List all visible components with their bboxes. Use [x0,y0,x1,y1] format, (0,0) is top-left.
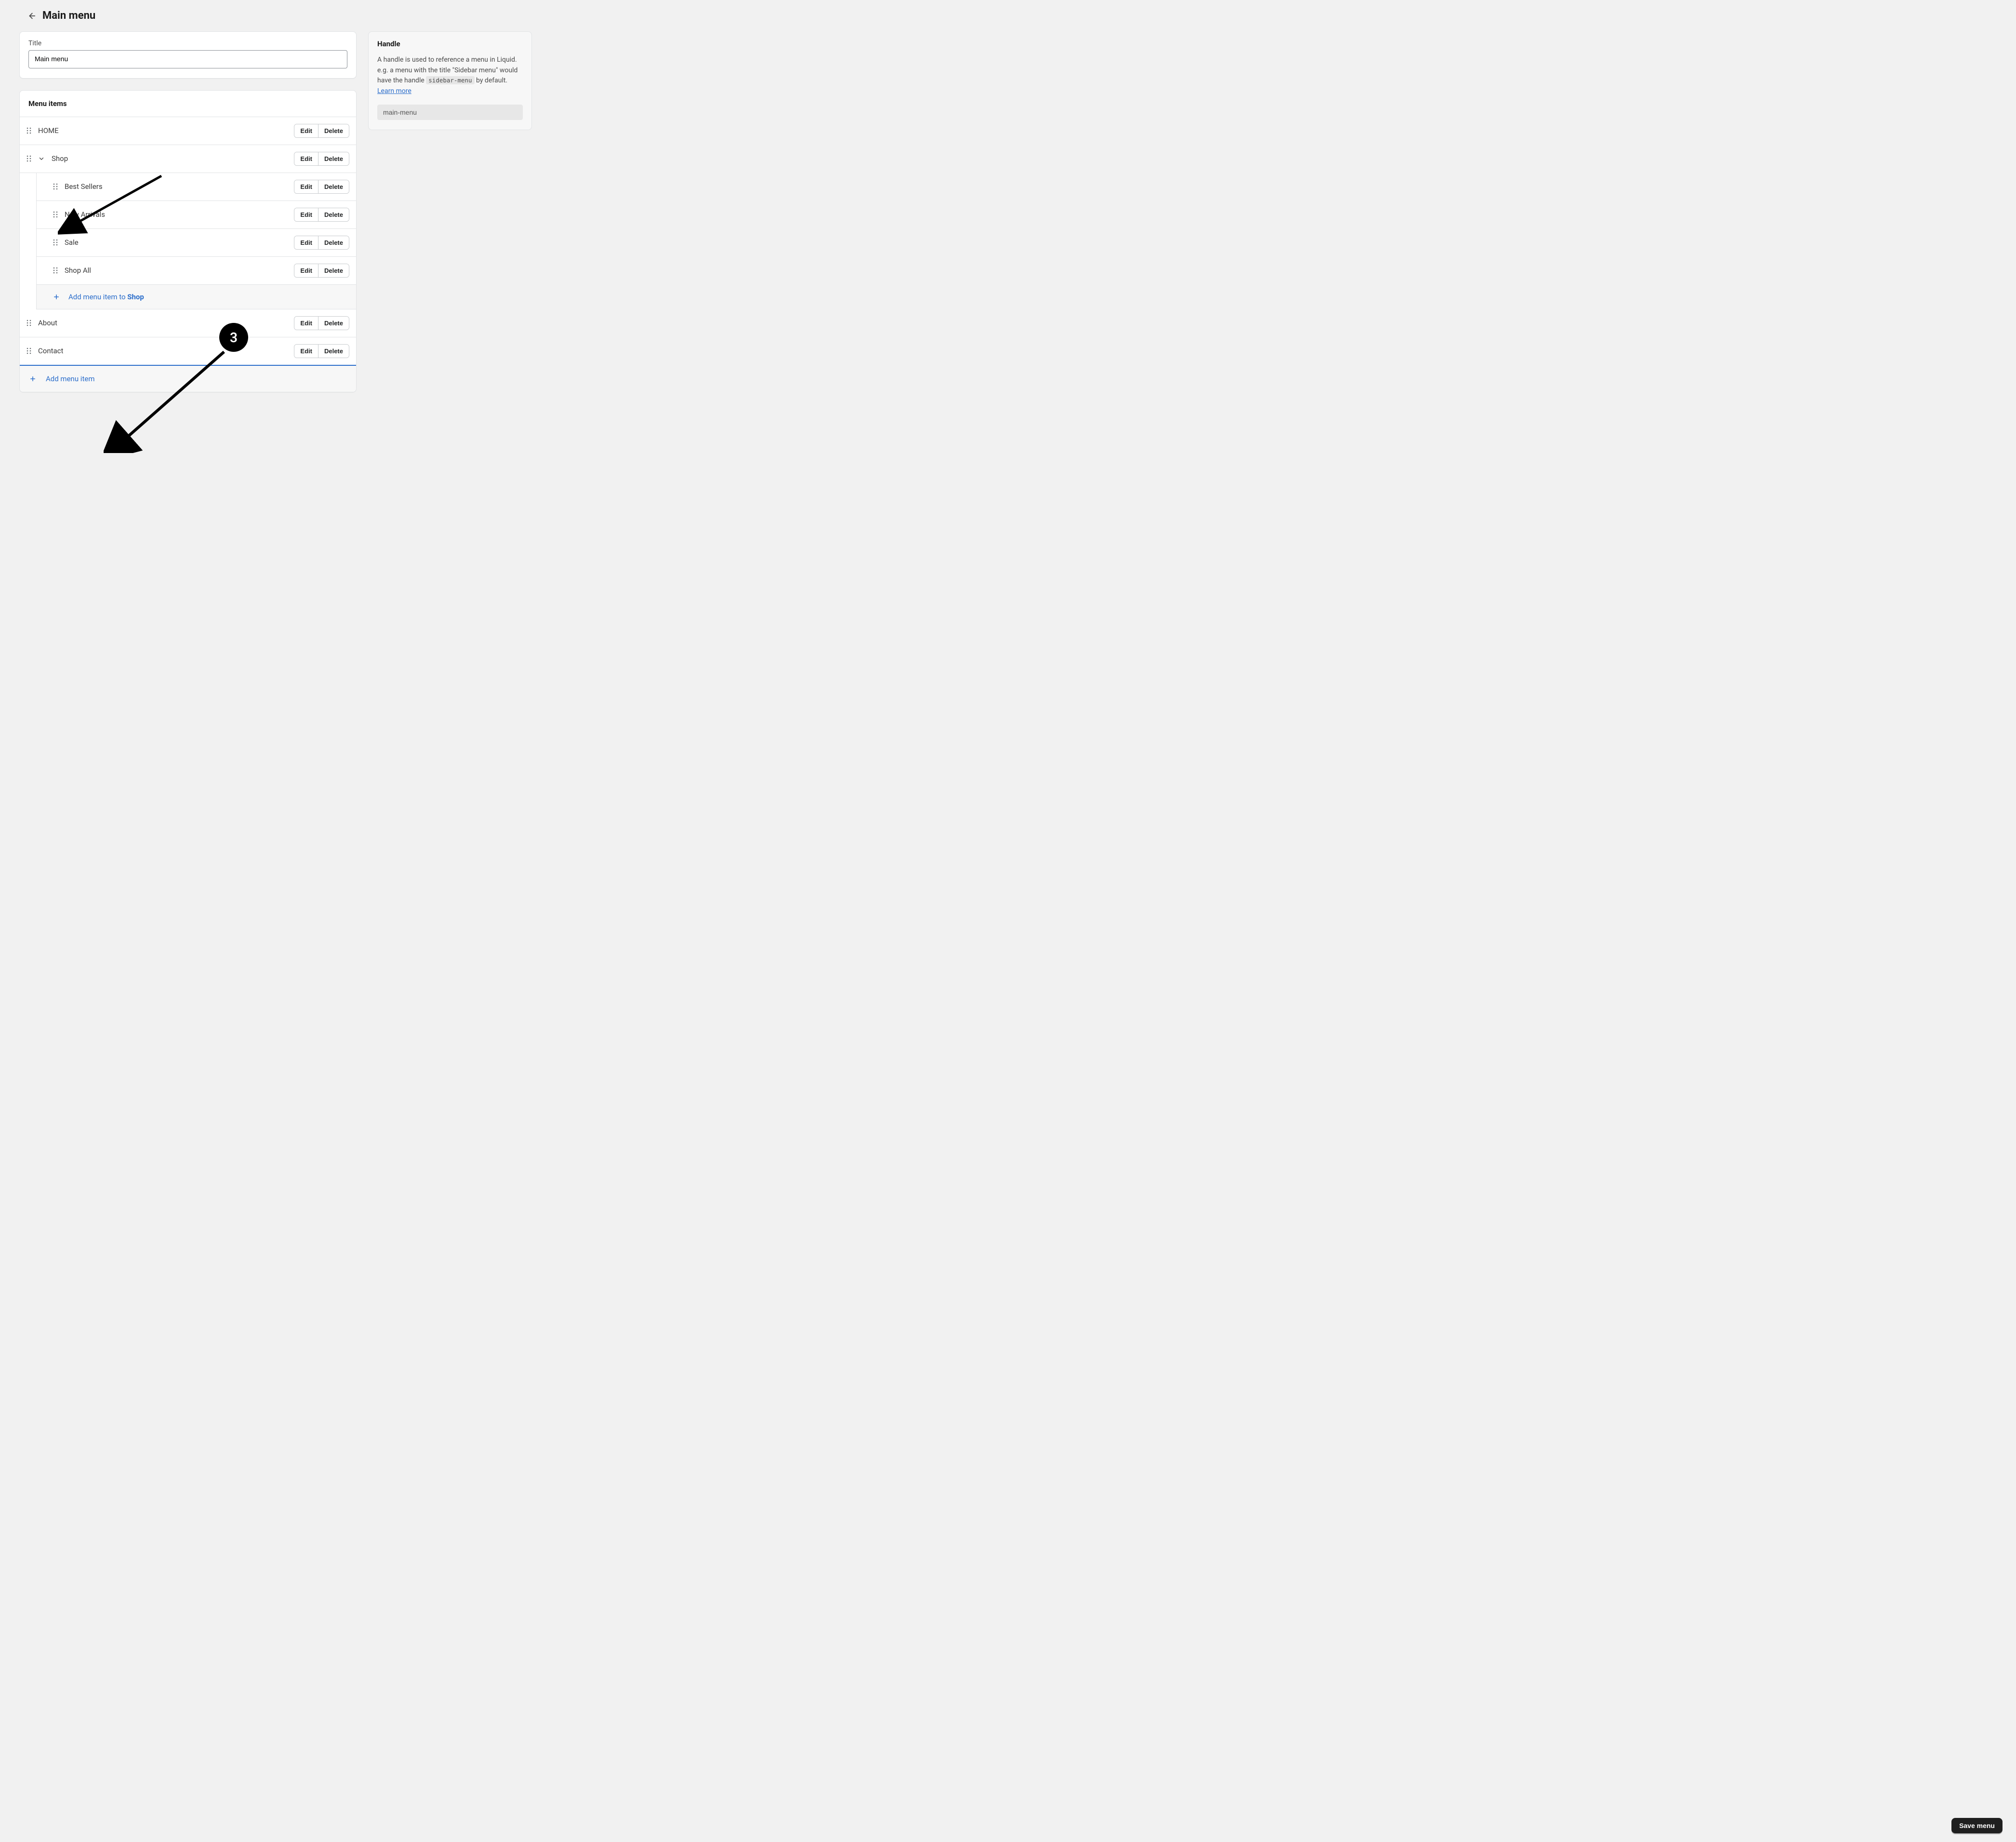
menu-item-sale: Sale Edit Delete [37,229,356,257]
menu-item-new-arrivals: New Arrivals Edit Delete [37,201,356,229]
menu-item-label: Sale [65,238,79,247]
edit-button[interactable]: Edit [294,124,318,137]
title-card: Title [19,31,357,79]
delete-button[interactable]: Delete [318,208,349,221]
chevron-down-icon[interactable] [38,155,45,162]
menu-item-label: Contact [38,347,63,355]
edit-button[interactable]: Edit [294,345,318,358]
drag-handle-icon[interactable] [53,211,58,218]
handle-description: A handle is used to reference a menu in … [377,55,523,97]
menu-item-label: Best Sellers [65,182,103,191]
drag-handle-icon[interactable] [53,239,58,246]
page-title: Main menu [42,10,95,22]
menu-item-best-sellers: Best Sellers Edit Delete [37,173,356,201]
menu-item-shop: Shop Edit Delete [20,145,356,173]
menu-item-home: HOME Edit Delete [20,117,356,145]
delete-button[interactable]: Delete [318,345,349,358]
menu-item-shop-all: Shop All Edit Delete [37,257,356,285]
add-submenu-item-label: Add menu item to Shop [68,293,144,301]
edit-button[interactable]: Edit [294,208,318,221]
back-arrow-icon[interactable] [27,12,36,20]
learn-more-link[interactable]: Learn more [377,87,411,95]
menu-item-label: Shop [52,154,68,163]
menu-item-label: New Arrivals [65,210,105,219]
add-menu-item-label: Add menu item [46,374,94,383]
menu-items-card: Menu items HOME Edit Delete [19,90,357,392]
menu-items-heading: Menu items [20,91,356,117]
edit-button[interactable]: Edit [294,180,318,193]
handle-heading: Handle [377,40,523,48]
menu-item-label: Shop All [65,266,91,275]
edit-button[interactable]: Edit [294,264,318,277]
edit-button[interactable]: Edit [294,152,318,165]
drag-handle-icon[interactable] [27,320,31,326]
delete-button[interactable]: Delete [318,236,349,249]
edit-button[interactable]: Edit [294,236,318,249]
menu-item-contact: Contact Edit Delete [20,337,356,365]
menu-item-about: About Edit Delete [20,309,356,337]
add-submenu-item-button[interactable]: Add menu item to Shop [37,285,356,309]
drag-handle-icon[interactable] [53,183,58,190]
plus-icon [29,375,36,382]
delete-button[interactable]: Delete [318,264,349,277]
add-menu-item-button[interactable]: Add menu item [20,365,356,392]
drag-handle-icon[interactable] [27,155,31,162]
delete-button[interactable]: Delete [318,317,349,330]
drag-handle-icon[interactable] [27,347,31,354]
delete-button[interactable]: Delete [318,180,349,193]
menu-item-label: About [38,319,57,327]
menu-item-label: HOME [38,126,59,135]
plus-icon [53,294,60,300]
handle-card: Handle A handle is used to reference a m… [368,31,532,130]
menu-title-input[interactable] [28,50,347,68]
edit-button[interactable]: Edit [294,317,318,330]
handle-input[interactable] [377,105,523,120]
delete-button[interactable]: Delete [318,152,349,165]
title-field-label: Title [28,40,347,47]
delete-button[interactable]: Delete [318,124,349,137]
drag-handle-icon[interactable] [27,127,31,134]
save-menu-button[interactable]: Save menu [1951,1818,2003,1833]
drag-handle-icon[interactable] [53,267,58,274]
